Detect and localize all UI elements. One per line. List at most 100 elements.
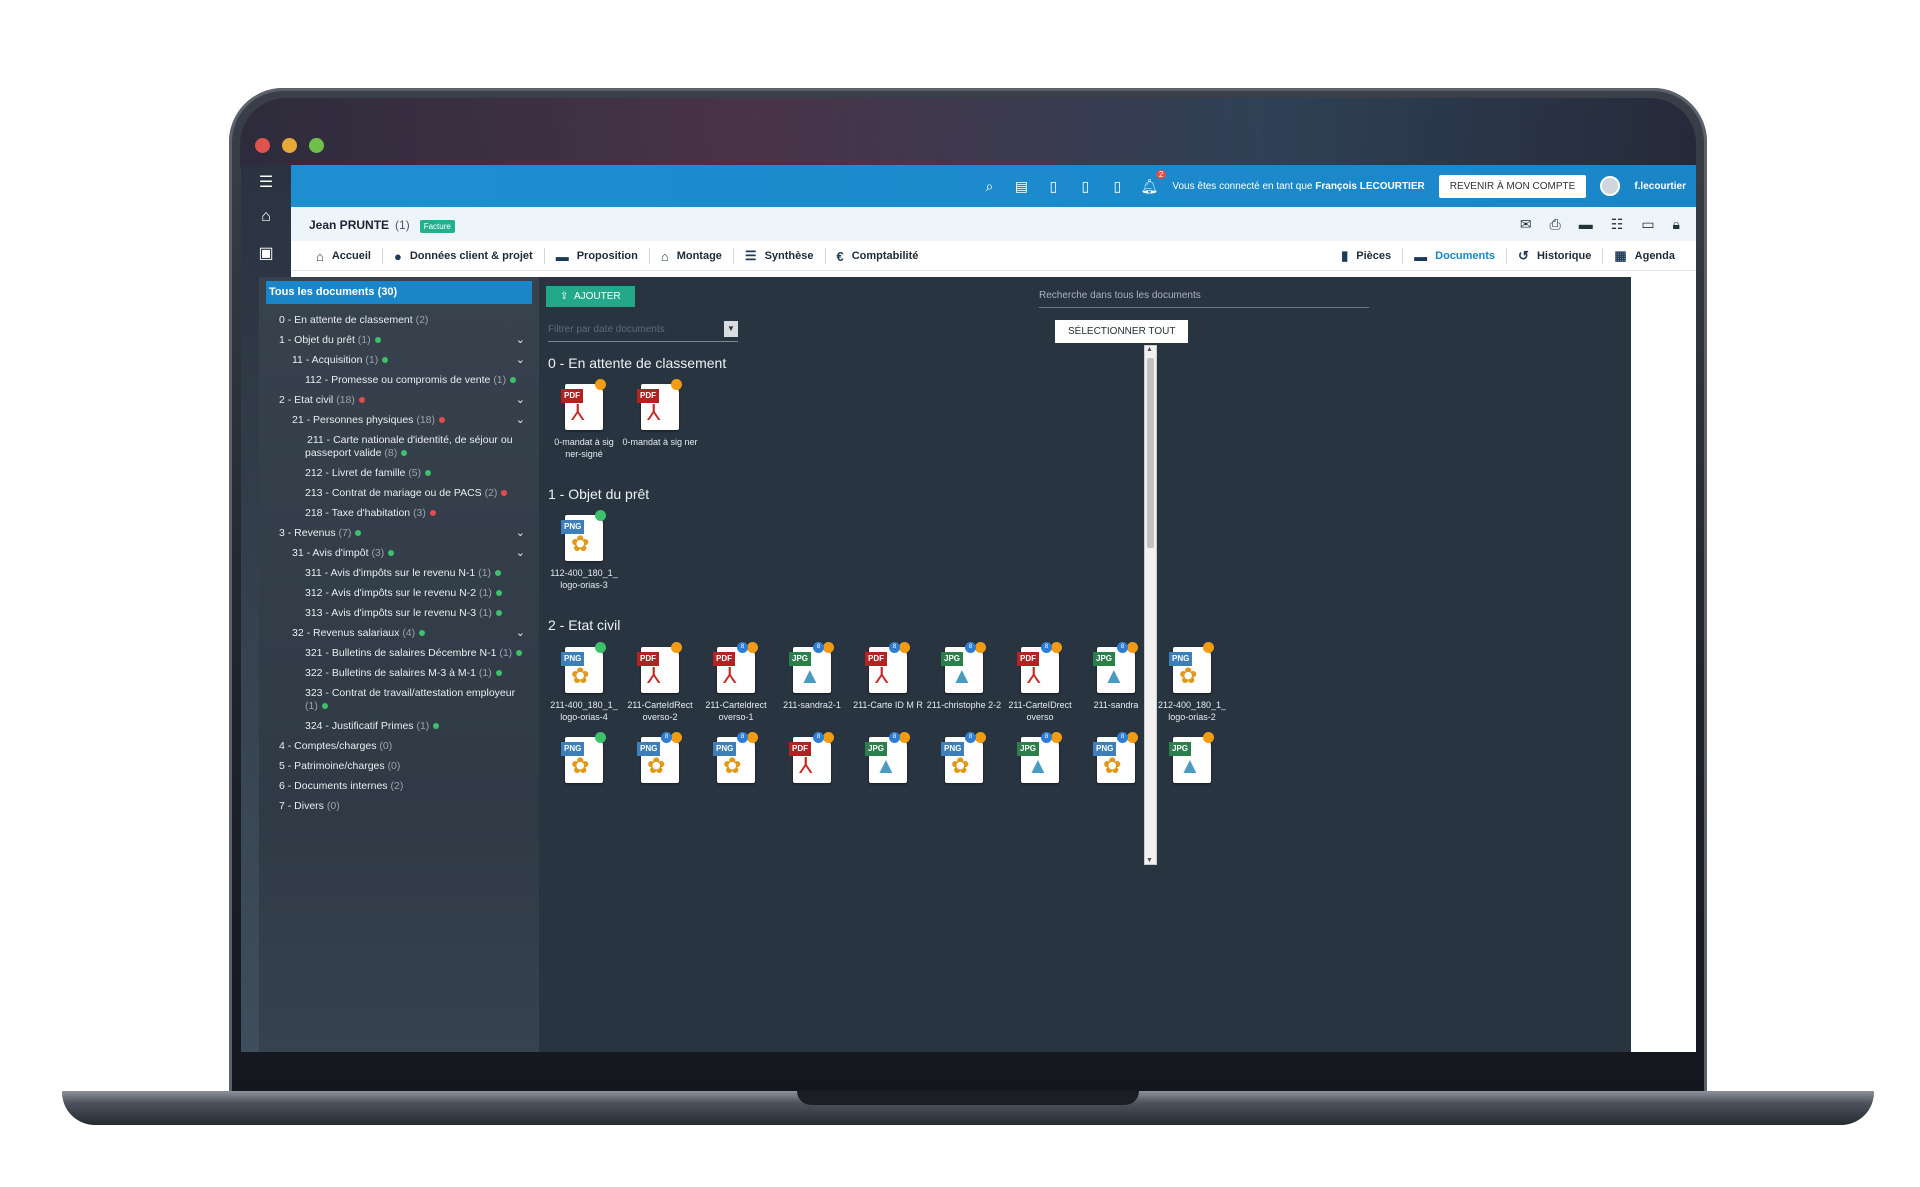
file-item[interactable]: PDF ⅄ 0-mandat à sig ner-signé <box>546 379 622 460</box>
nav-item-documents[interactable]: ▬ Documents <box>1403 248 1508 264</box>
nav-item-comptabilit-[interactable]: € Comptabilité <box>826 248 930 264</box>
nav-item-proposition[interactable]: ▬ Proposition <box>545 248 650 264</box>
bell-icon[interactable]: 🔔︎ 2 <box>1140 169 1167 195</box>
file-item[interactable]: JPG ▲ 8 211-sandra2-1 <box>774 642 850 723</box>
chevron-down-icon[interactable]: ⌄ <box>516 414 525 427</box>
chevron-down-icon[interactable]: ▼ <box>724 321 738 337</box>
file-item[interactable]: PDF ⅄ 211-CarteIdRect overso-2 <box>622 642 698 723</box>
close-dot[interactable] <box>255 138 270 153</box>
chevron-down-icon[interactable]: ⌄ <box>516 527 525 540</box>
tree-item[interactable]: 322 - Bulletins de salaires M-3 à M-1 (1… <box>259 663 539 683</box>
tree-item[interactable]: 21 - Personnes physiques (18) ⌄ <box>259 410 539 430</box>
scroll-thumb[interactable] <box>1147 358 1154 548</box>
list-icon[interactable]: ☷ <box>1611 216 1624 233</box>
file-item[interactable]: PNG ✿ 112-400_180_1_ logo-orias-3 <box>546 510 622 591</box>
nav-item-montage[interactable]: ⌂ Montage <box>650 248 734 264</box>
tree-all-documents[interactable]: Tous les documents (30) <box>266 281 532 304</box>
nav-item-pi-ces[interactable]: ▮ Pièces <box>1330 248 1404 264</box>
file-item[interactable]: PNG ✿ 8 <box>1078 732 1154 813</box>
scroll-up-icon[interactable]: ▲ <box>1146 346 1153 353</box>
file-item[interactable]: PDF ⅄ 8 211-CarteIDrect overso <box>1002 642 1078 723</box>
file-item[interactable]: PDF ⅄ 8 <box>774 732 850 813</box>
tree-item[interactable]: 6 - Documents internes (2) <box>259 776 539 796</box>
date-filter[interactable]: Filtrer par date documents ▼ <box>548 318 738 342</box>
file-item[interactable]: PNG ✿ 8 <box>926 732 1002 813</box>
file-item[interactable]: JPG ▲ <box>1154 732 1230 813</box>
nav-item-historique[interactable]: ↺ Historique <box>1507 248 1604 264</box>
mail-icon[interactable]: ✉ <box>1520 216 1532 233</box>
calculator-icon[interactable]: ▯ <box>1044 178 1062 195</box>
file-item[interactable]: PDF ⅄ 8 211-Carteldrect overso-1 <box>698 642 774 723</box>
file-item[interactable]: PDF ⅄ 8 211-Carte ID M R <box>850 642 926 723</box>
tree-item[interactable]: 321 - Bulletins de salaires Décembre N-1… <box>259 643 539 663</box>
chevron-down-icon[interactable]: ⌄ <box>516 627 525 640</box>
tree-item[interactable]: 313 - Avis d'impôts sur le revenu N-3 (1… <box>259 603 539 623</box>
tree-item[interactable]: 32 - Revenus salariaux (4) ⌄ <box>259 623 539 643</box>
message-icon[interactable]: ▬ <box>1579 216 1593 233</box>
file-item[interactable]: PDF ⅄ 0-mandat à sig ner <box>622 379 698 460</box>
calculator-icon[interactable]: ▯ <box>1076 178 1094 195</box>
username[interactable]: f.lecourtier <box>1634 181 1686 192</box>
back-to-account-button[interactable]: REVENIR À MON COMPTE <box>1438 174 1587 198</box>
file-glyph-icon: ✿ <box>647 753 666 778</box>
nav-item-donn-es-client-projet[interactable]: ● Données client & projet <box>383 248 545 264</box>
tree-item[interactable]: 2 - Etat civil (18) ⌄ <box>259 390 539 410</box>
tree-item[interactable]: 3 - Revenus (7) ⌄ <box>259 523 539 543</box>
file-item[interactable]: PNG ✿ 211-400_180_1_ logo-orias-4 <box>546 642 622 723</box>
lock-icon[interactable]: 🔒︎ <box>1673 216 1680 233</box>
tree-item[interactable]: 323 - Contrat de travail/attestation emp… <box>259 683 539 716</box>
nav-item-agenda[interactable]: ▦ Agenda <box>1603 248 1686 264</box>
folder-icon: ▬ <box>1414 248 1428 264</box>
file-item[interactable]: JPG ▲ 8 211-christophe 2-2 <box>926 642 1002 723</box>
tree-item[interactable]: 5 - Patrimoine/charges (0) <box>259 756 539 776</box>
tree-item[interactable]: 218 - Taxe d'habitation (3) <box>259 503 539 523</box>
tree-item[interactable]: 0 - En attente de classement (2) <box>259 310 539 330</box>
chevron-down-icon[interactable]: ⌄ <box>516 547 525 560</box>
nav-item-synth-se[interactable]: ☰ Synthèse <box>734 248 826 264</box>
chevron-down-icon[interactable]: ⌄ <box>516 394 525 407</box>
tree-item[interactable]: 1 - Objet du prêt (1) ⌄ <box>259 330 539 350</box>
tree-item[interactable]: 4 - Comptes/charges (0) <box>259 736 539 756</box>
calculator-icon[interactable]: ▤ <box>1012 178 1030 195</box>
search-icon[interactable]: ⌕ <box>980 178 998 195</box>
file-item[interactable]: JPG ▲ 8 211-sandra <box>1078 642 1154 723</box>
tree-item[interactable]: 7 - Divers (0) <box>259 796 539 816</box>
client-name[interactable]: Jean PRUNTE <box>309 218 389 232</box>
file-item[interactable]: PNG ✿ 212-400_180_1_ logo-orias-2 <box>1154 642 1230 723</box>
tree-item[interactable]: 312 - Avis d'impôts sur le revenu N-2 (1… <box>259 583 539 603</box>
tree-item[interactable]: 212 - Livret de famille (5) <box>259 463 539 483</box>
tree-item[interactable]: 31 - Avis d'impôt (3) ⌄ <box>259 543 539 563</box>
tree-item-label: 311 - Avis d'impôts sur le revenu N-1 <box>305 567 476 579</box>
chevron-down-icon[interactable]: ⌄ <box>516 334 525 347</box>
tree-item[interactable]: 211 - Carte nationale d'identité, de séj… <box>259 430 539 463</box>
file-item[interactable]: JPG ▲ 8 <box>850 732 926 813</box>
nav-item-accueil[interactable]: ⌂ Accueil <box>305 248 383 264</box>
clipboard-icon[interactable]: ▣ <box>241 235 291 271</box>
tree-item[interactable]: 11 - Acquisition (1) ⌄ <box>259 350 539 370</box>
add-button[interactable]: ⇪ AJOUTER <box>546 286 635 307</box>
file-item[interactable]: PNG ✿ 8 <box>622 732 698 813</box>
search-input[interactable]: Recherche dans tous les documents <box>1039 286 1369 308</box>
chevron-down-icon[interactable]: ⌄ <box>516 354 525 367</box>
tree-item[interactable]: 311 - Avis d'impôts sur le revenu N-1 (1… <box>259 563 539 583</box>
file-item[interactable]: PNG ✿ 8 <box>698 732 774 813</box>
client-actions: ✉ ⎙ ▬ ☷ ▭ 🔒︎ <box>1520 216 1680 233</box>
file-glyph-icon: ✿ <box>571 531 590 556</box>
tree-item[interactable]: 324 - Justificatif Primes (1) <box>259 716 539 736</box>
maximize-dot[interactable] <box>309 138 324 153</box>
calculator-icon[interactable]: ▯ <box>1108 178 1126 195</box>
tree-item[interactable]: 213 - Contrat de mariage ou de PACS (2) <box>259 483 539 503</box>
avatar[interactable] <box>1600 176 1621 196</box>
file-item[interactable]: JPG ▲ 8 <box>1002 732 1078 813</box>
home-icon[interactable]: ⌂ <box>241 199 291 235</box>
tree-item[interactable]: 112 - Promesse ou compromis de vente (1) <box>259 370 539 390</box>
menu-icon[interactable]: ☰ <box>241 165 291 199</box>
file-glyph-icon: ✿ <box>951 753 970 778</box>
contact-card-icon[interactable]: ▭ <box>1641 216 1654 233</box>
file-item[interactable]: PNG ✿ <box>546 732 622 813</box>
scroll-down-icon[interactable]: ▼ <box>1146 857 1153 864</box>
select-all-button[interactable]: SÉLECTIONNER TOUT <box>1055 320 1189 343</box>
print-icon[interactable]: ⎙ <box>1550 216 1561 233</box>
status-dot <box>516 650 523 656</box>
minimize-dot[interactable] <box>282 138 297 153</box>
